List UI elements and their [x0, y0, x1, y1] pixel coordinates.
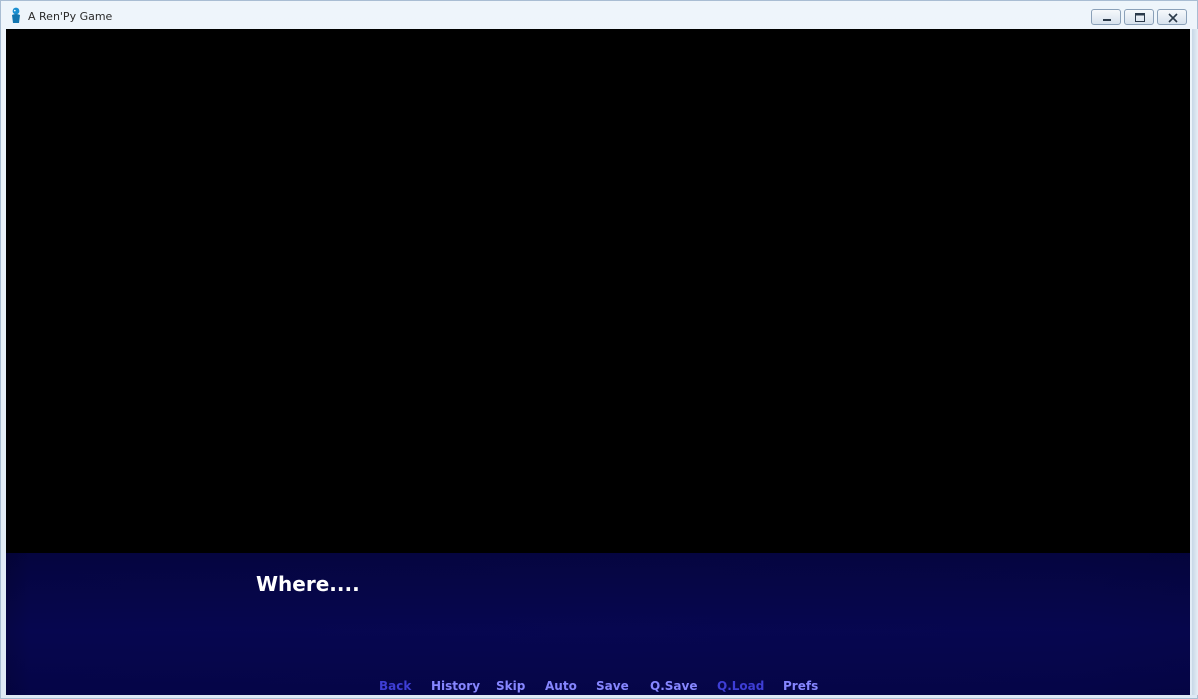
renpy-icon [9, 7, 23, 24]
close-button[interactable] [1157, 9, 1187, 25]
quick-menu-qsave[interactable]: Q.Save [650, 679, 697, 693]
title-bar[interactable]: A Ren'Py Game [1, 1, 1197, 29]
maximize-icon [1135, 13, 1145, 22]
dialogue-text: Where.... [256, 572, 360, 596]
quick-menu-back[interactable]: Back [379, 679, 411, 693]
dialogue-textbox[interactable] [6, 553, 1190, 695]
window-frame-edge [1192, 29, 1198, 695]
minimize-button[interactable] [1091, 9, 1121, 25]
game-viewport[interactable]: Where.... Back History Skip Auto Save Q.… [6, 29, 1190, 695]
quick-menu-skip[interactable]: Skip [496, 679, 525, 693]
minimize-icon [1103, 19, 1111, 21]
quick-menu-qload[interactable]: Q.Load [717, 679, 764, 693]
close-icon [1168, 13, 1178, 23]
quick-menu: Back History Skip Auto Save Q.Save Q.Loa… [6, 679, 1190, 695]
quick-menu-history[interactable]: History [431, 679, 480, 693]
window-title: A Ren'Py Game [28, 10, 113, 23]
maximize-button[interactable] [1124, 9, 1154, 25]
quick-menu-prefs[interactable]: Prefs [783, 679, 818, 693]
quick-menu-save[interactable]: Save [596, 679, 629, 693]
game-window: A Ren'Py Game Where.... Back History Ski… [0, 0, 1198, 699]
quick-menu-auto[interactable]: Auto [545, 679, 577, 693]
